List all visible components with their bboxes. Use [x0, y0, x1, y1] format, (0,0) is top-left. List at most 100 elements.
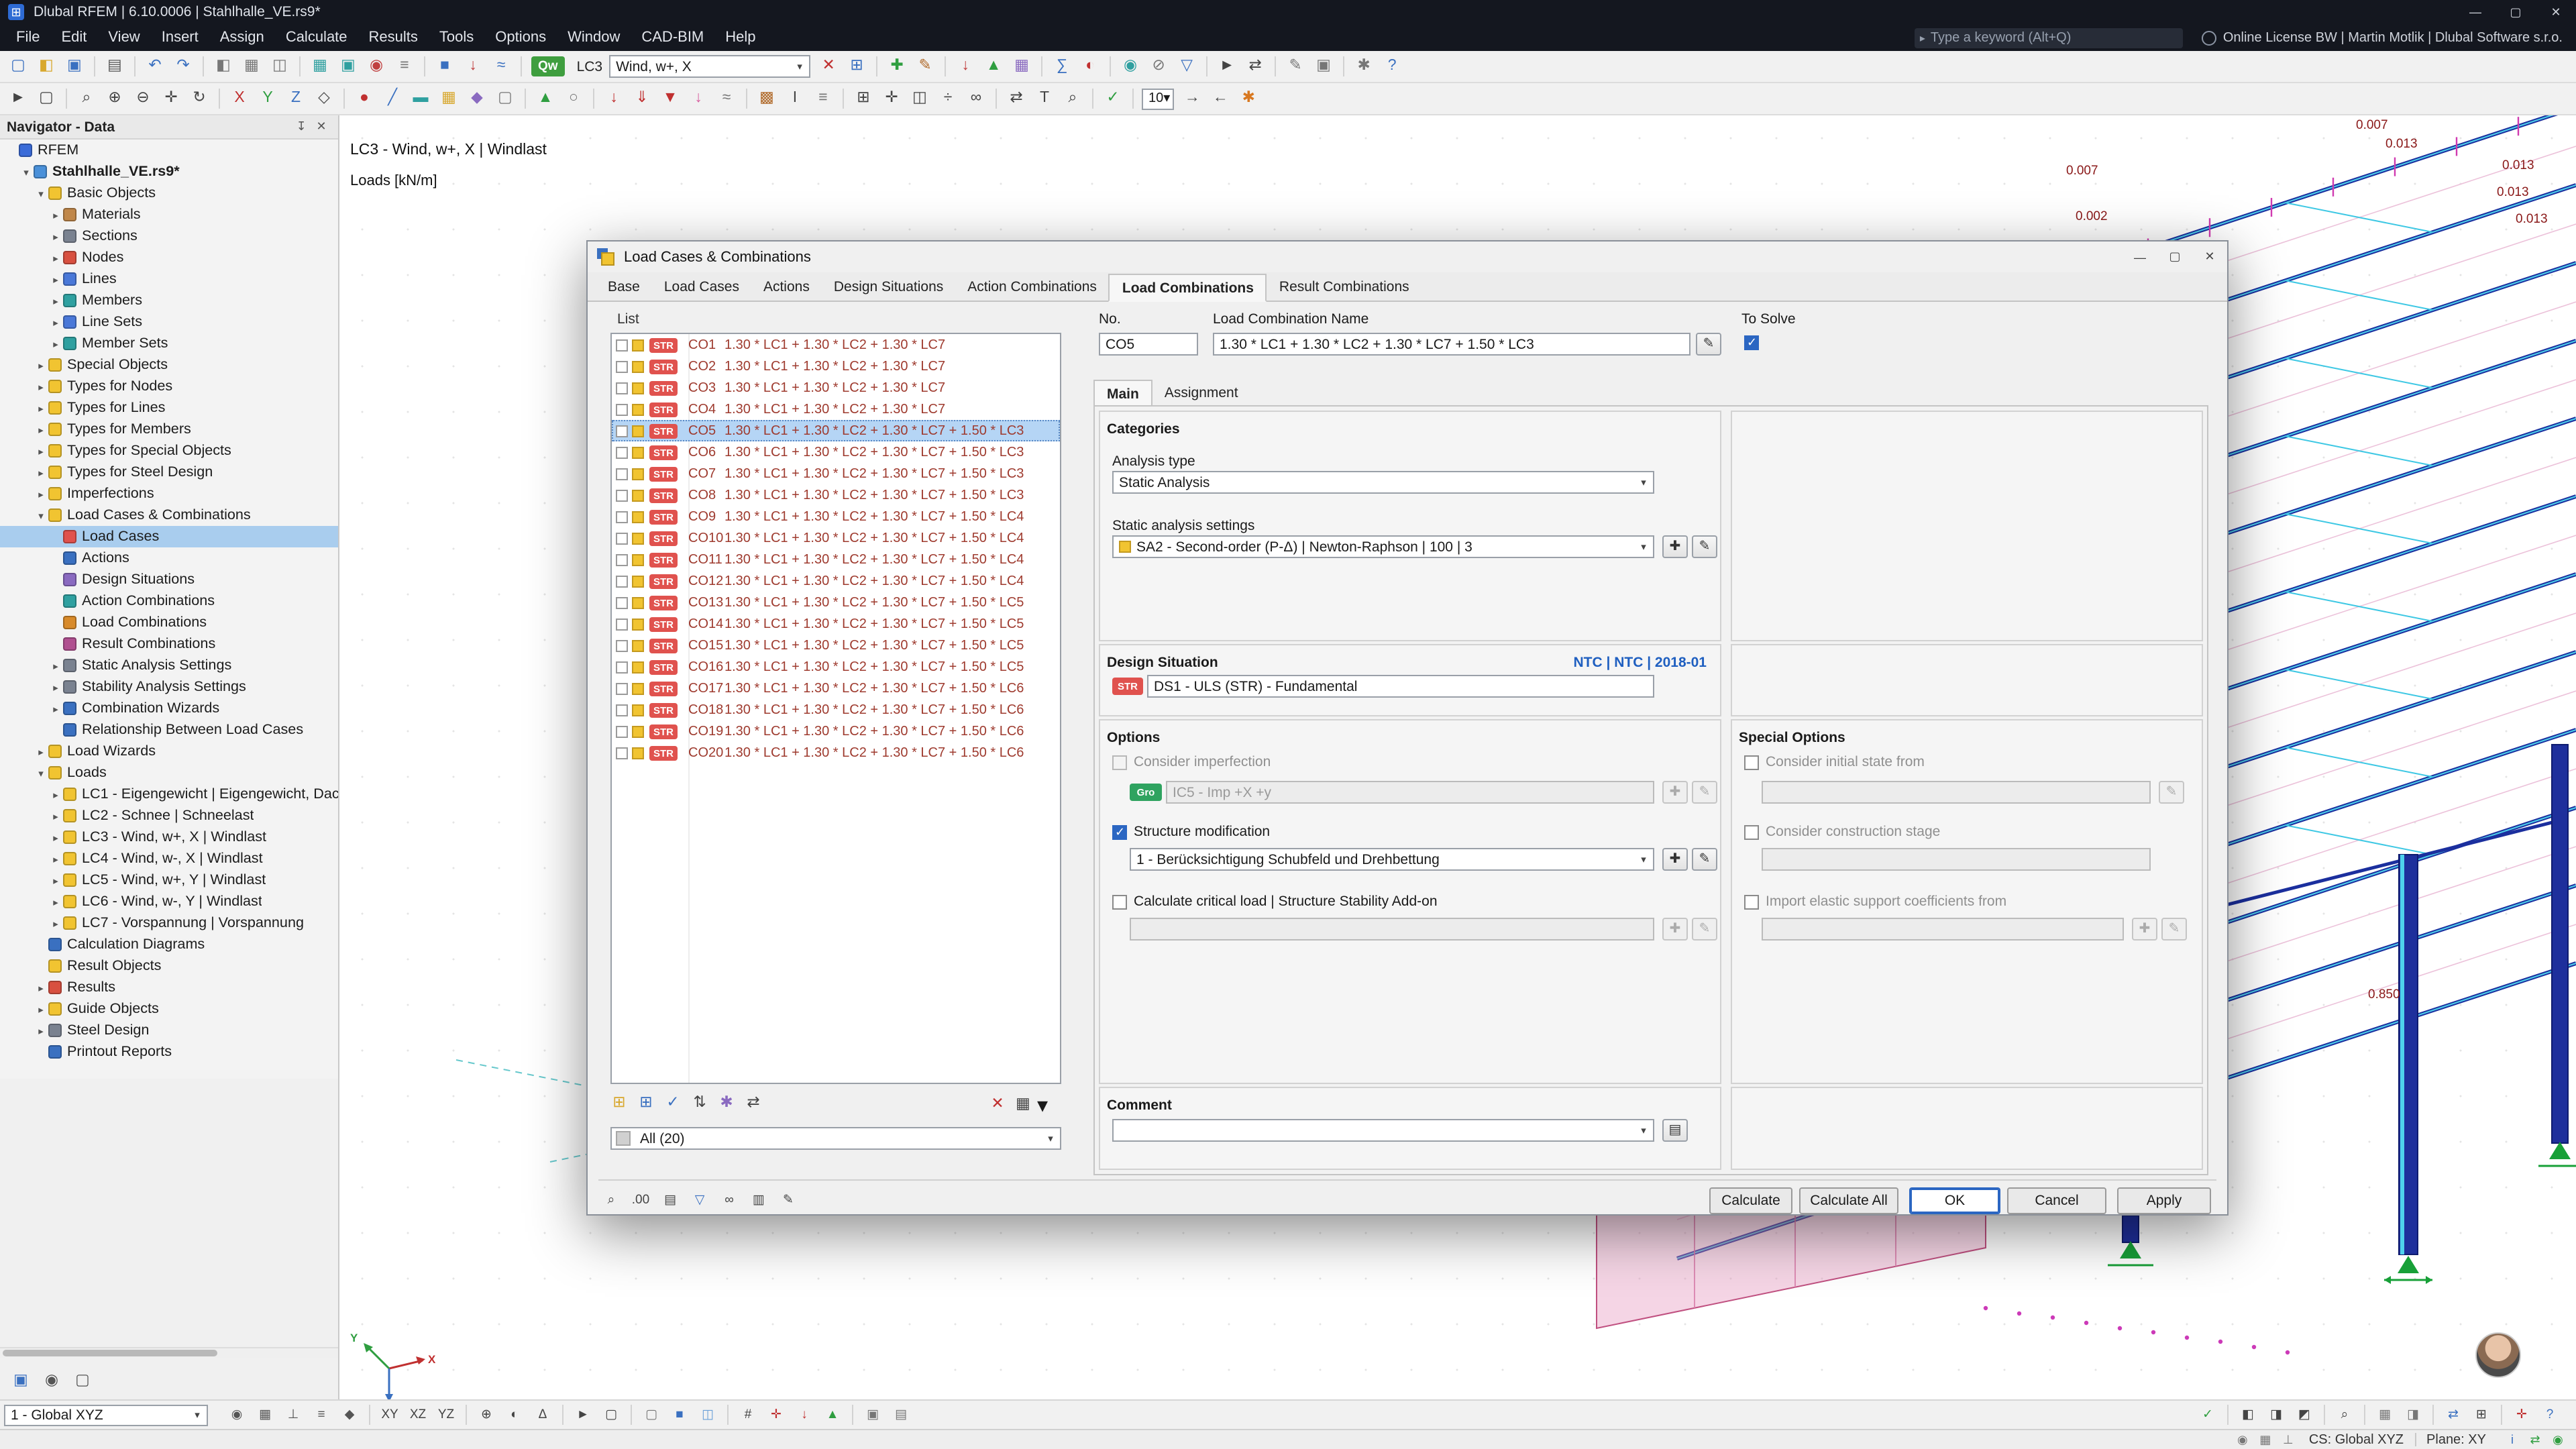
section-icon[interactable]: Ι	[782, 86, 808, 111]
import-icon[interactable]: ←	[1208, 86, 1233, 111]
mini-axes-icon[interactable]: ✛	[2509, 1402, 2534, 1428]
tree-item[interactable]: ▸ Lines	[0, 268, 338, 290]
combination-checkbox[interactable]	[616, 725, 628, 737]
select-mode-icon[interactable]: ►	[570, 1402, 596, 1428]
tree-expand-icon[interactable]: ▸	[34, 745, 48, 757]
status-help-icon[interactable]: ?	[2537, 1402, 2563, 1428]
tree-item[interactable]: ▸ Materials	[0, 204, 338, 225]
tree-expand-icon[interactable]: ▸	[48, 681, 63, 693]
workplane-xz-icon[interactable]: XZ	[405, 1402, 431, 1428]
construction-stage-field[interactable]	[1762, 848, 2151, 871]
menu-assign[interactable]: Assign	[209, 30, 275, 46]
table-columns-icon[interactable]: ▦	[1012, 1094, 1034, 1117]
delete-combination-icon[interactable]: ✕	[986, 1094, 1009, 1117]
copy-object-icon[interactable]: ⊞	[851, 86, 876, 111]
sync-views-icon[interactable]: ⇄	[2440, 1402, 2466, 1428]
ok-button[interactable]: OK	[1909, 1187, 2000, 1214]
view-x-icon[interactable]: X	[227, 86, 252, 111]
new-load-icon[interactable]: ✚	[884, 54, 910, 79]
dimension-tool-icon[interactable]: ⇄	[1004, 86, 1029, 111]
combination-row[interactable]: STR CO18 1.30 * LC1 + 1.30 * LC2 + 1.30 …	[612, 699, 1060, 720]
tables-panel-icon[interactable]: ▦	[239, 54, 264, 79]
tree-item[interactable]: ▾ Load Cases & Combinations	[0, 504, 338, 526]
render-small-icon[interactable]: ▣	[8, 1368, 34, 1394]
menu-window[interactable]: Window	[557, 30, 631, 46]
results-icon[interactable]: ◐	[1077, 54, 1103, 79]
tree-item[interactable]: ▸ Types for Nodes	[0, 376, 338, 397]
edit-load-icon[interactable]: ✎	[912, 54, 938, 79]
settings-icon[interactable]: ✱	[1351, 54, 1377, 79]
apply-button[interactable]: Apply	[2117, 1187, 2211, 1214]
tree-expand-icon[interactable]: ▸	[48, 230, 63, 242]
view-side-icon[interactable]: ◩	[2292, 1402, 2317, 1428]
material-icon[interactable]: ▩	[754, 86, 780, 111]
delete-load-icon[interactable]: ✕	[816, 54, 841, 79]
new-hinge-icon[interactable]: ○	[561, 86, 586, 111]
tree-item[interactable]: ▸ Sections	[0, 225, 338, 247]
tree-item[interactable]: Relationship Between Load Cases	[0, 719, 338, 741]
panel-toggle-icon[interactable]: ◨	[2400, 1402, 2426, 1428]
tree-expand-icon[interactable]: ▸	[34, 466, 48, 478]
combination-row[interactable]: STR CO5 1.30 * LC1 + 1.30 * LC2 + 1.30 *…	[612, 420, 1060, 441]
text-tool-icon[interactable]: T	[1032, 86, 1057, 111]
static-settings-combo[interactable]: SA2 - Second-order (P-Δ) | Newton-Raphso…	[1112, 535, 1654, 558]
show-loads-icon[interactable]: ↓	[460, 54, 486, 79]
grid-icon[interactable]: ▦	[307, 54, 333, 79]
combination-row[interactable]: STR CO8 1.30 * LC1 + 1.30 * LC2 + 1.30 *…	[612, 484, 1060, 506]
comment-edit-icon[interactable]: ✎	[775, 1187, 801, 1213]
tree-item[interactable]: ▸ Types for Members	[0, 419, 338, 440]
workplane-yz-icon[interactable]: YZ	[433, 1402, 459, 1428]
visibility-icon[interactable]: ◉	[1118, 54, 1143, 79]
screenshot-icon[interactable]: ▣	[1311, 54, 1336, 79]
tree-item[interactable]: ▸ Results	[0, 977, 338, 998]
display-properties-icon[interactable]: ▦	[2372, 1402, 2398, 1428]
tree-item[interactable]: ▸ LC5 - Wind, w+, Y | Windlast	[0, 869, 338, 891]
tree-expand-icon[interactable]: ▸	[48, 874, 63, 886]
redo-icon[interactable]: ↷	[170, 54, 196, 79]
mesh-icon[interactable]: ▦	[1009, 54, 1034, 79]
menu-cad-bim[interactable]: CAD-BIM	[631, 30, 714, 46]
menu-options[interactable]: Options	[484, 30, 557, 46]
tree-expand-icon[interactable]: ▸	[48, 917, 63, 929]
dialog-minimize-button[interactable]	[2123, 245, 2157, 269]
snap-icon[interactable]: ◉	[364, 54, 389, 79]
edit-stability-button[interactable]: ✎	[1692, 918, 1717, 941]
import-elastic-checkbox[interactable]	[1744, 895, 1759, 910]
tree-expand-icon[interactable]: ▾	[34, 187, 48, 199]
detail-tool-icon[interactable]: ⌕	[1060, 86, 1085, 111]
tree-expand-icon[interactable]: ▸	[48, 788, 63, 800]
sync-icon[interactable]: ⇄	[2525, 1431, 2545, 1448]
combination-checkbox[interactable]	[616, 339, 628, 351]
camera-icon[interactable]: ▢	[70, 1368, 95, 1394]
new-settings-button[interactable]: ✚	[1662, 535, 1688, 558]
combination-list[interactable]: STR CO1 1.30 * LC1 + 1.30 * LC2 + 1.30 *…	[610, 333, 1061, 1084]
import-elastic-field[interactable]	[1762, 918, 2124, 941]
combination-row[interactable]: STR CO14 1.30 * LC1 + 1.30 * LC2 + 1.30 …	[612, 613, 1060, 635]
cancel-button[interactable]: Cancel	[2007, 1187, 2106, 1214]
supports-display-icon[interactable]: ▲	[981, 54, 1006, 79]
tree-expand-icon[interactable]: ▸	[34, 359, 48, 371]
menu-help[interactable]: Help	[714, 30, 766, 46]
navigator-horizontal-scrollbar[interactable]	[0, 1347, 338, 1358]
combination-checkbox[interactable]	[616, 360, 628, 372]
initial-state-button[interactable]: ✎	[2159, 781, 2184, 804]
tree-item[interactable]: ▸ Member Sets	[0, 333, 338, 354]
link-icon[interactable]: ∞	[716, 1187, 742, 1213]
numbering-count-selector[interactable]: 10	[1142, 88, 1174, 109]
combination-checkbox[interactable]	[616, 489, 628, 501]
edit-imperfection-button[interactable]: ✎	[1692, 781, 1717, 804]
maximize-button[interactable]	[2496, 0, 2536, 24]
new-stability-button[interactable]: ✚	[1662, 918, 1688, 941]
combination-name-field[interactable]	[1213, 333, 1690, 356]
view-top-icon[interactable]: ◨	[2263, 1402, 2289, 1428]
zoom-window-icon[interactable]: ⌕	[74, 86, 99, 111]
tree-item[interactable]: ▸ LC1 - Eigengewicht | Eigengewicht, Dac…	[0, 784, 338, 805]
close-button[interactable]	[2536, 0, 2576, 24]
tree-item[interactable]: ▸ Static Analysis Settings	[0, 655, 338, 676]
workplane-xy-icon[interactable]: XY	[377, 1402, 402, 1428]
comment-browse-button[interactable]: ▤	[1662, 1119, 1688, 1142]
select-box-icon[interactable]: ▢	[34, 86, 59, 111]
add-combination-icon[interactable]: ⊞	[608, 1092, 631, 1115]
consider-imperfection-checkbox[interactable]	[1112, 755, 1127, 770]
tree-item[interactable]: Result Combinations	[0, 633, 338, 655]
